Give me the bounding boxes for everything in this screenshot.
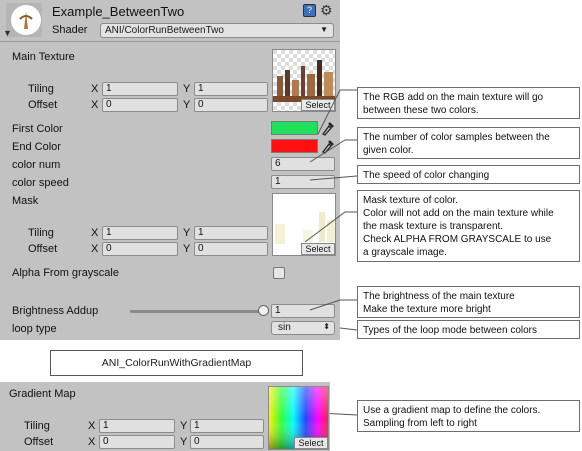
callout-text: The RGB add on the main texture will go <box>363 92 544 103</box>
gradient-inspector: Gradient Map Tiling X 1 Y 1 Offset X 0 Y… <box>0 382 330 451</box>
gradient-tiling-x-field[interactable]: 1 <box>99 419 175 433</box>
leader-line-color-num <box>309 139 357 163</box>
callout-text: The speed of color changing <box>363 170 490 181</box>
callout-text: Mask texture of color. <box>363 195 459 206</box>
callout-text: Make the texture more bright <box>363 304 491 315</box>
callout-text: Check ALPHA FROM GRAYSCALE to use <box>363 234 552 245</box>
section-title: ANI_ColorRunWithGradientMap <box>50 350 303 376</box>
callout-text: the mask texture is transparent. <box>363 221 504 232</box>
gradient-map-thumbnail[interactable]: Select <box>268 386 329 450</box>
callout-text: between these two colors. <box>363 105 479 116</box>
callout-gradient: Use a gradient map to define the colors.… <box>357 400 580 432</box>
gradient-tiling-label: Tiling <box>24 420 50 432</box>
callout-text: Sampling from left to right <box>363 418 477 429</box>
gradient-select-button[interactable]: Select <box>294 437 328 449</box>
callout-text: The number of color samples between the <box>363 132 550 143</box>
leader-line-rgb <box>317 89 357 135</box>
gradient-offset-x-field[interactable]: 0 <box>99 435 175 449</box>
gradient-tiling-y-field[interactable]: 1 <box>190 419 264 433</box>
callout-rgb-add: The RGB add on the main texture will go … <box>357 87 580 119</box>
leader-line-mask <box>304 211 357 243</box>
leader-line-loop-type <box>339 327 358 331</box>
callout-text: Types of the loop mode between colors <box>363 325 537 336</box>
callout-text: a grayscale image. <box>363 247 447 258</box>
gradient-offset-x-label: X <box>88 436 96 448</box>
callout-text: given color. <box>363 145 414 156</box>
leader-line-color-speed <box>309 175 358 181</box>
callout-brightness: The brightness of the main texture Make … <box>357 286 580 318</box>
gradient-tiling-x-label: X <box>88 420 96 432</box>
callout-text: The brightness of the main texture <box>363 291 515 302</box>
gradient-map-label: Gradient Map <box>9 388 76 400</box>
callout-text: Use a gradient map to define the colors. <box>363 405 541 416</box>
callout-text: Color will not add on the main texture w… <box>363 208 554 219</box>
gradient-offset-y-field[interactable]: 0 <box>190 435 264 449</box>
callout-color-num: The number of color samples between the … <box>357 127 580 159</box>
leader-line-brightness <box>309 299 357 311</box>
callout-loop-type: Types of the loop mode between colors <box>357 320 580 339</box>
callout-mask: Mask texture of color. Color will not ad… <box>357 190 580 262</box>
gradient-offset-y-label: Y <box>180 436 188 448</box>
gradient-tiling-y-label: Y <box>180 420 188 432</box>
gradient-offset-label: Offset <box>24 436 54 448</box>
callout-color-speed: The speed of color changing <box>357 165 580 184</box>
